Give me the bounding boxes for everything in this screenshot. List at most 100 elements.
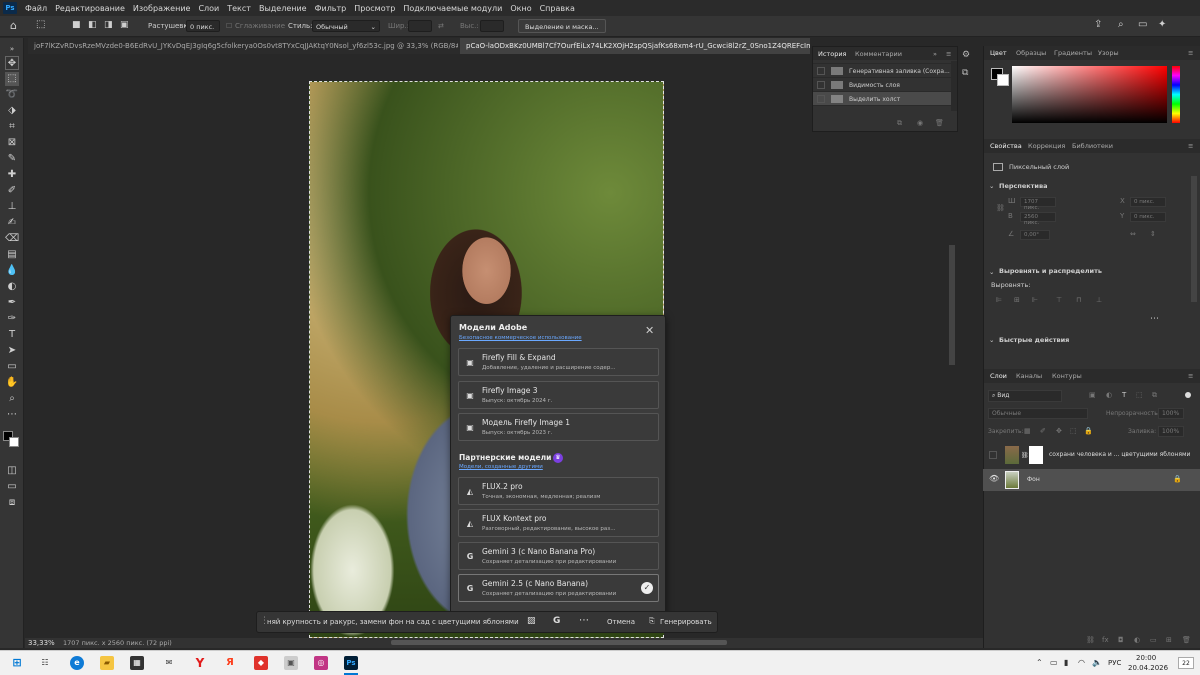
chevron-down-icon[interactable]: ⌄ (989, 336, 994, 344)
path-select-tool-icon[interactable]: ➤ (5, 344, 19, 358)
new-document-icon[interactable]: ⧉ (897, 119, 902, 128)
new-group-icon[interactable]: ▭ (1150, 636, 1157, 644)
lock-paint-icon[interactable]: ✐ (1040, 427, 1046, 435)
opacity-field[interactable]: 100% (1158, 408, 1184, 419)
chevron-down-icon[interactable]: ⌄ (989, 268, 994, 276)
brush-tool-icon[interactable]: ✐ (5, 184, 19, 198)
blur-tool-icon[interactable]: 💧 (5, 264, 19, 278)
flip-horizontal-icon[interactable]: ⇔ (1130, 230, 1136, 238)
horizontal-scrollbar[interactable] (391, 640, 727, 645)
edge-icon[interactable]: e (70, 656, 84, 670)
menu-file[interactable]: Файл (21, 4, 51, 13)
link-icon[interactable]: ⛓ (1021, 452, 1029, 459)
select-and-mask-button[interactable]: Выделение и маска... (518, 19, 606, 33)
model-option-firefly-image-1[interactable]: ▣ Модель Firefly Image 1 Выпуск: октябрь… (458, 413, 659, 441)
lasso-tool-icon[interactable]: ➰ (5, 88, 19, 102)
align-bottom-icon[interactable]: ⊥ (1096, 296, 1102, 304)
more-options-icon[interactable]: ⋯ (579, 615, 589, 626)
layer-name[interactable]: Фон (1027, 476, 1040, 483)
link-layers-icon[interactable]: ⛓ (1086, 636, 1095, 644)
align-middle-icon[interactable]: ⊓ (1076, 296, 1081, 304)
tab-patterns[interactable]: Узоры (1098, 49, 1119, 57)
zoom-level[interactable]: 33,33% (28, 639, 55, 647)
height-field[interactable]: 2560 пикс. (1020, 212, 1056, 226)
camera-app-icon[interactable]: ◎ (314, 656, 328, 670)
photos-icon[interactable]: ▣ (284, 656, 298, 670)
app-tray-icon[interactable]: ▭ (1050, 658, 1058, 667)
eyedropper-tool-icon[interactable]: ✎ (5, 152, 19, 166)
properties-scrollbar[interactable] (1191, 176, 1197, 302)
language-indicator[interactable]: РУС (1108, 659, 1121, 667)
link-icon[interactable]: ⛓ (996, 204, 1005, 212)
tab-history[interactable]: История (818, 50, 846, 58)
background-color-swatch[interactable] (997, 74, 1009, 86)
tab-swatches[interactable]: Образцы (1016, 49, 1046, 57)
tab-adjustments[interactable]: Коррекция (1028, 142, 1065, 150)
stamp-tool-icon[interactable]: ⊥ (5, 200, 19, 214)
filter-smart-icon[interactable]: ⧉ (1152, 391, 1157, 400)
menu-layers[interactable]: Слои (194, 4, 223, 13)
frame-mode-icon[interactable]: ⧈ (5, 496, 19, 510)
history-brush-tool-icon[interactable]: ✍ (5, 216, 19, 230)
blend-mode-select[interactable]: Обычные (988, 408, 1088, 419)
vertical-scrollbar[interactable] (949, 245, 955, 365)
layer-filter-select[interactable]: ⌕ Вид (988, 390, 1062, 402)
menu-select[interactable]: Выделение (255, 4, 311, 13)
history-scrollbar[interactable] (951, 61, 957, 111)
model-option-firefly-image-3[interactable]: ▣ Firefly Image 3 Выпуск: октябрь 2024 г… (458, 381, 659, 409)
add-selection-icon[interactable]: ◧ (88, 20, 97, 30)
tab-channels[interactable]: Каналы (1016, 372, 1042, 380)
home-icon[interactable]: ⌂ (10, 19, 17, 32)
cancel-button[interactable]: Отмена (607, 618, 635, 626)
x-field[interactable]: 0 пикс. (1130, 197, 1166, 207)
yandex-icon[interactable]: Я (223, 656, 237, 670)
move-tool-icon[interactable]: ✥ (5, 56, 19, 70)
layer-name[interactable]: сохрани человека и ... цветущими яблоням… (1049, 451, 1190, 458)
hue-slider[interactable] (1172, 66, 1180, 123)
tab-layers[interactable]: Слои (990, 372, 1007, 380)
gear-icon[interactable]: ⚙ (962, 50, 970, 60)
panel-menu-icon[interactable]: ≡ (1188, 142, 1193, 150)
task-view-icon[interactable]: ☷ (38, 656, 52, 670)
quick-mask-icon[interactable]: ◫ (5, 464, 19, 478)
rect-marquee-tool-icon[interactable]: ⬚ (5, 72, 19, 86)
clock-date[interactable]: 20.04.2026 (1128, 664, 1168, 672)
menu-window[interactable]: Окно (506, 4, 535, 13)
sparkle-icon[interactable]: ✦ (1158, 19, 1166, 30)
crop-tool-icon[interactable]: ⌗ (5, 120, 19, 134)
width-field[interactable]: 1707 пикс. (1020, 197, 1056, 211)
filter-shape-icon[interactable]: ⬚ (1136, 391, 1143, 399)
zoom-tool-icon[interactable]: ⌕ (5, 392, 19, 406)
tab-color[interactable]: Цвет (990, 49, 1007, 57)
rectangle-tool-icon[interactable]: ▭ (5, 360, 19, 374)
partner-models-link[interactable]: Модели, созданные другими (459, 464, 543, 470)
generate-button[interactable]: Генерировать (660, 618, 712, 626)
color-picker-field[interactable] (1012, 66, 1167, 123)
workspace-icon[interactable]: ▭ (1138, 19, 1147, 30)
mail-icon[interactable]: ✉ (162, 656, 176, 670)
lock-transparent-icon[interactable]: ▦ (1024, 427, 1031, 435)
notification-badge[interactable]: 22 (1178, 657, 1194, 669)
visibility-toggle[interactable] (989, 451, 997, 459)
history-item-selected[interactable]: Выделить холст (813, 92, 951, 106)
adjustment-layer-icon[interactable]: ◐ (1134, 636, 1140, 644)
layer-row[interactable]: ⛓ сохрани человека и ... цветущими яблон… (983, 444, 1200, 466)
filter-toggle[interactable] (1185, 392, 1191, 398)
panel-menu-icon[interactable]: ≡ (946, 50, 951, 58)
photoshop-taskbar-icon[interactable]: Ps (344, 656, 358, 670)
align-right-icon[interactable]: ⊩ (1032, 296, 1038, 304)
feather-input[interactable]: 0 пикс. (186, 20, 220, 32)
chevron-up-icon[interactable]: ⌃ (1036, 658, 1043, 667)
tab-document-2[interactable]: pCaO-laODxBKz0UMBl7Cf7OurfEiLx74LK2XOjH2… (460, 38, 810, 54)
model-option-firefly-fill[interactable]: ▣ Firefly Fill & Expand Добавление, удал… (458, 348, 659, 376)
prompt-input[interactable]: няй крупность и ракурс, замени фон на са… (267, 618, 519, 626)
tab-properties[interactable]: Свойства (990, 142, 1022, 150)
more-tools-icon[interactable]: ⋯ (5, 408, 19, 422)
eraser-tool-icon[interactable]: ⌫ (5, 232, 19, 246)
menu-view[interactable]: Просмотр (350, 4, 399, 13)
fx-icon[interactable]: fx (1102, 636, 1109, 644)
model-option-gemini-3[interactable]: G Gemini 3 (с Nano Banana Pro) Сохраняет… (458, 542, 659, 570)
close-icon[interactable]: ✕ (645, 324, 654, 337)
collapse-icon[interactable]: » (5, 42, 19, 56)
generate-icon[interactable]: ⎘ (649, 617, 655, 626)
